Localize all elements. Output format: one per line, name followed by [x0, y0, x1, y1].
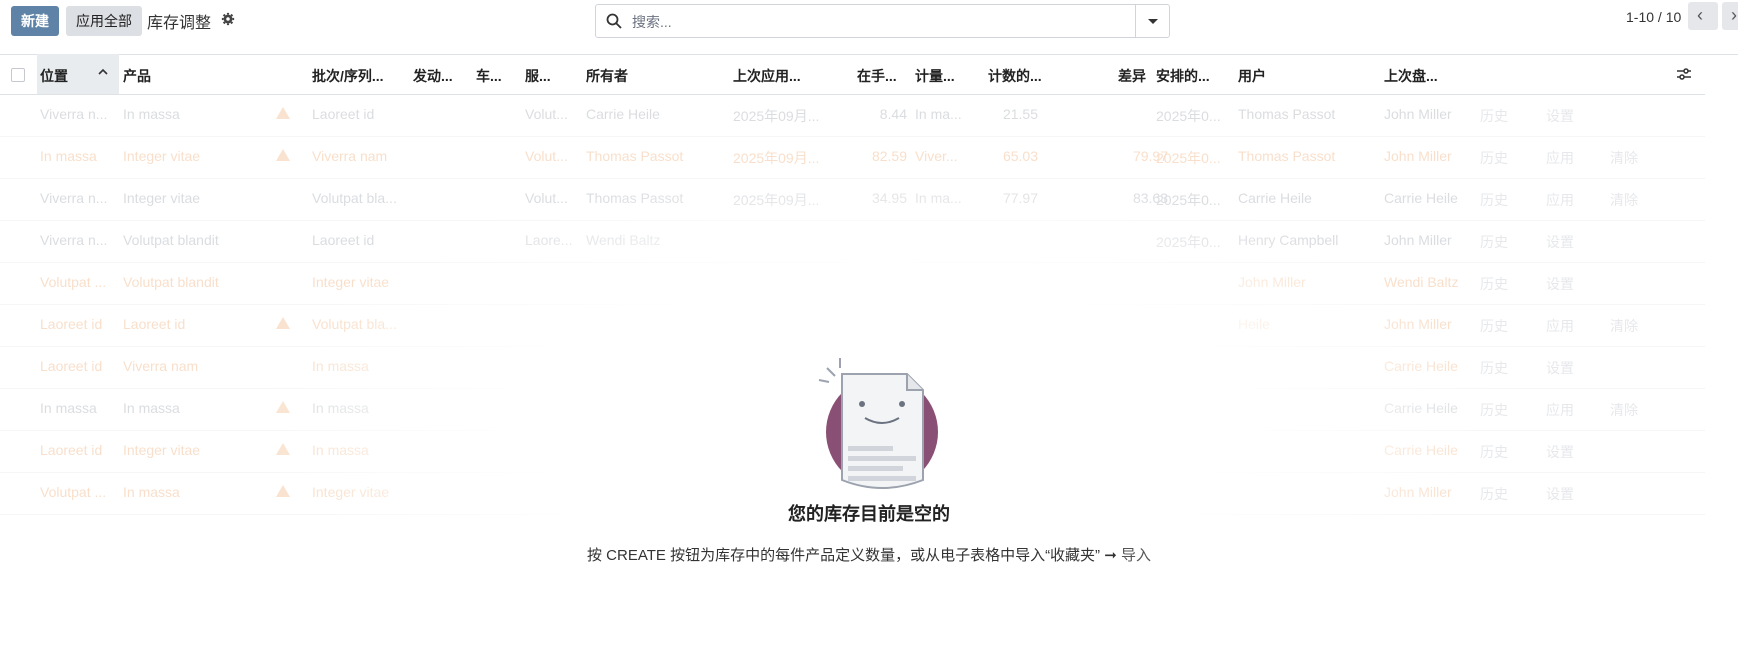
column-header-scheduled[interactable]: 安排的...	[1156, 66, 1210, 86]
column-header-location[interactable]: 位置	[40, 66, 68, 86]
pager-previous-button[interactable]: ‹	[1688, 2, 1718, 30]
column-header-uom[interactable]: 计量...	[915, 66, 955, 86]
column-header-lot[interactable]: 批次/序列...	[312, 66, 384, 86]
search-options-toggle[interactable]	[1135, 5, 1169, 37]
pager-value[interactable]: 1-10 / 10	[1626, 9, 1681, 25]
column-header-counted[interactable]: 计数的...	[988, 66, 1042, 86]
column-header-product[interactable]: 产品	[123, 66, 151, 86]
pager-next-button[interactable]: ›	[1722, 2, 1738, 30]
column-header-last-applied[interactable]: 上次应用...	[733, 66, 801, 86]
empty-state-description: 按 CREATE 按钮为库存中的每件产品定义数量，或从电子表格中导入“收藏夹” …	[0, 544, 1738, 565]
empty-document-illustration	[818, 358, 938, 489]
chevron-left-icon: ‹	[1697, 5, 1703, 25]
chevron-right-icon: ›	[1731, 5, 1737, 25]
control-panel: 新建 应用全部 库存调整 搜索... 1-10 / 10 ‹ ›	[0, 0, 1738, 55]
import-link[interactable]: 导入	[1121, 547, 1151, 564]
column-header-vehicle[interactable]: 车...	[476, 66, 502, 86]
arrow-right-icon: ➞	[1104, 547, 1117, 564]
sort-ascending-icon	[98, 68, 108, 75]
new-button[interactable]: 新建	[11, 6, 59, 36]
empty-state-title: 您的库存目前是空的	[788, 504, 950, 524]
column-header-owner[interactable]: 所有者	[586, 66, 628, 86]
gear-icon[interactable]	[221, 12, 235, 26]
column-settings-icon[interactable]	[1676, 66, 1692, 82]
select-all-checkbox[interactable]	[11, 68, 25, 82]
column-header-last-count[interactable]: 上次盘...	[1384, 66, 1438, 86]
table-header: 位置 产品 批次/序列... 发动... 车... 服... 所有者 上次应用.…	[0, 54, 1705, 95]
page-title: 库存调整	[147, 15, 212, 32]
column-header-engine[interactable]: 发动...	[413, 66, 453, 86]
apply-all-button[interactable]: 应用全部	[66, 6, 142, 36]
column-header-user[interactable]: 用户	[1238, 66, 1266, 86]
column-header-service[interactable]: 服...	[525, 66, 551, 86]
search-bar[interactable]: 搜索...	[595, 4, 1170, 38]
caret-down-icon	[1148, 19, 1158, 24]
search-input[interactable]: 搜索...	[632, 12, 672, 32]
column-header-difference[interactable]: 差异	[1118, 66, 1146, 86]
search-icon	[606, 13, 622, 29]
column-header-on-hand[interactable]: 在手...	[857, 66, 897, 86]
empty-state-text: 按 CREATE 按钮为库存中的每件产品定义数量，或从电子表格中导入“收藏夹”	[587, 547, 1101, 564]
